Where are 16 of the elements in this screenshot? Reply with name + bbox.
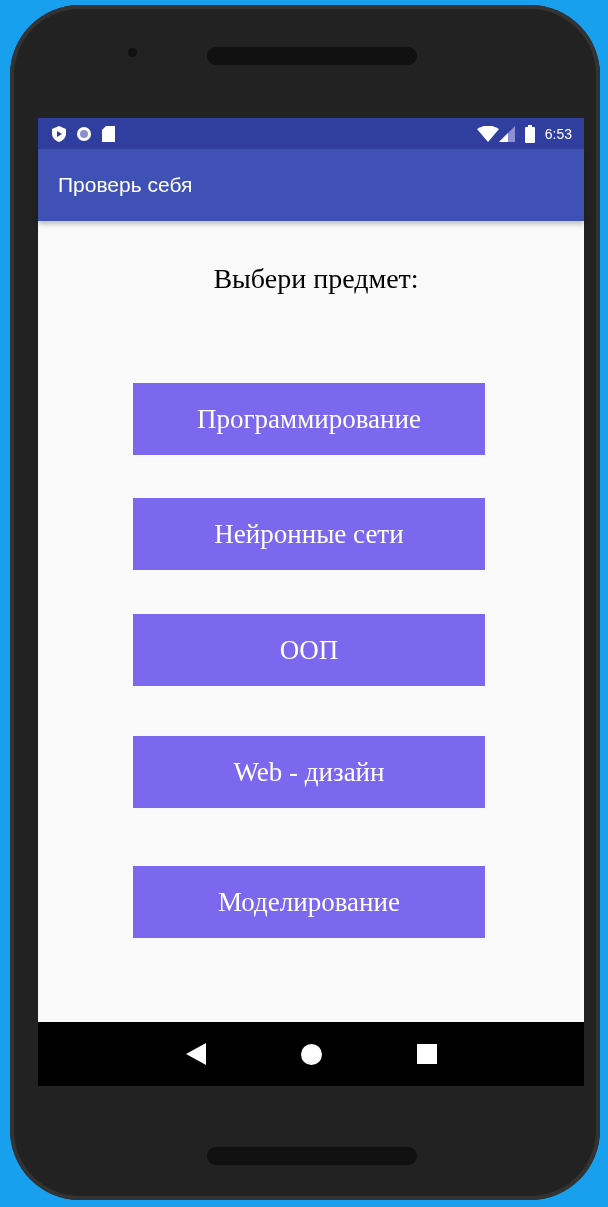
home-icon[interactable] [300, 1043, 322, 1065]
recents-icon[interactable] [416, 1044, 437, 1064]
heading: Выбери предмет: [213, 263, 419, 295]
subject-button[interactable]: Программирование [133, 383, 485, 455]
sd-card-icon [102, 125, 115, 142]
subject-button[interactable]: Нейронные сети [133, 498, 485, 570]
status-time: 6:53 [544, 125, 572, 142]
subject-button[interactable]: Web - дизайн [133, 736, 485, 808]
back-icon[interactable] [185, 1043, 206, 1065]
subject-button[interactable]: Моделирование [133, 866, 485, 938]
signal-icon [498, 125, 515, 142]
circle-icon [76, 125, 92, 142]
subject-button[interactable]: ООП [133, 614, 485, 686]
app-title: Проверь себя [58, 173, 193, 197]
battery-icon [524, 124, 535, 143]
shield-icon [52, 125, 66, 142]
